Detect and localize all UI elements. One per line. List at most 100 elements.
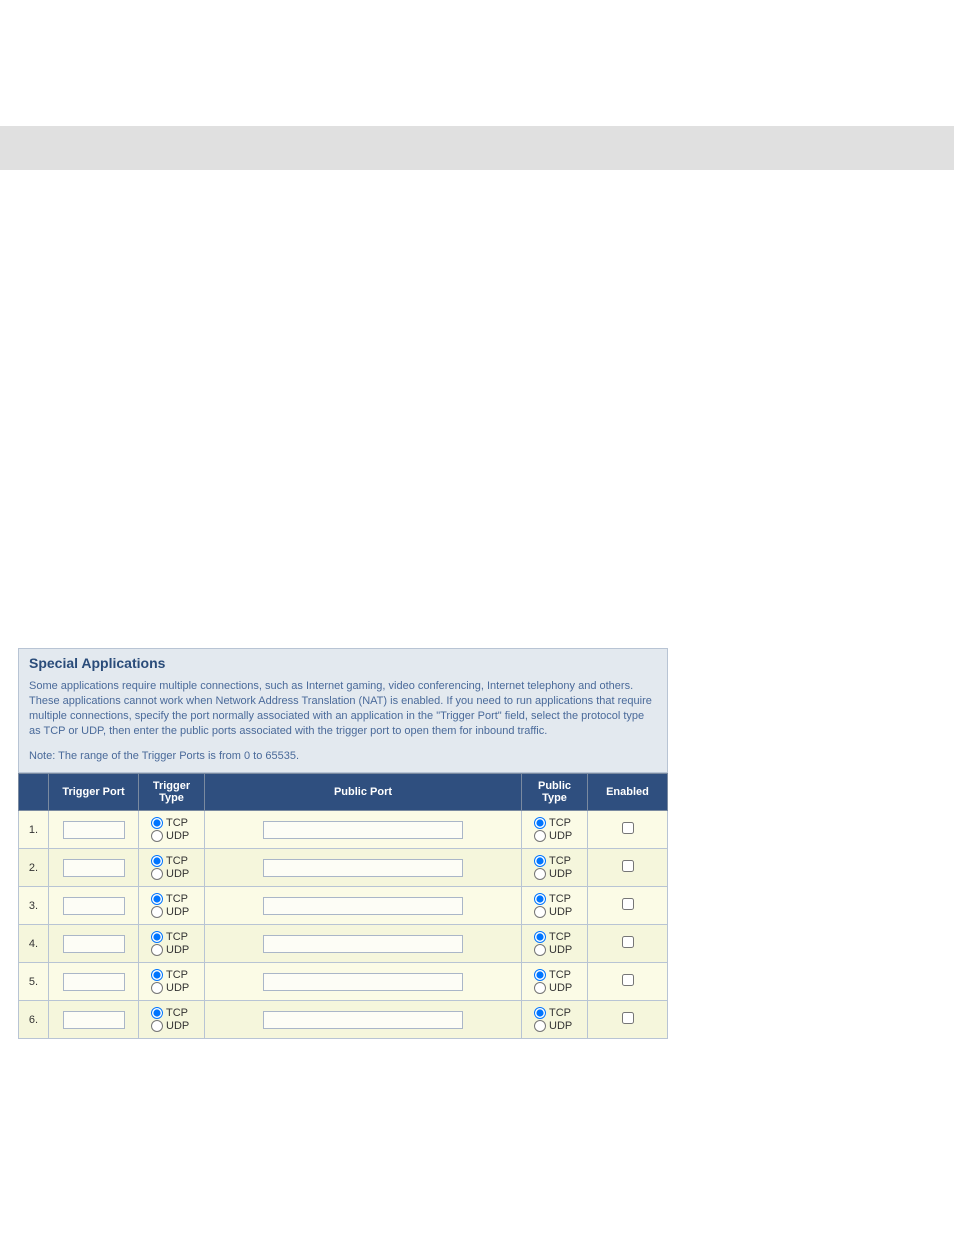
trigger-type-option[interactable]: TCP (151, 931, 188, 943)
trigger-port-input[interactable] (63, 973, 125, 991)
public-type-radio[interactable] (534, 893, 546, 905)
cell-trigger-port (49, 887, 139, 925)
trigger-type-label: TCP (166, 931, 188, 943)
enabled-checkbox[interactable] (622, 936, 634, 948)
trigger-type-radio[interactable] (151, 893, 163, 905)
public-port-input[interactable] (263, 821, 463, 839)
trigger-type-option[interactable]: TCP (151, 1007, 188, 1019)
row-number: 2. (19, 849, 49, 887)
trigger-type-option[interactable]: TCP (151, 969, 188, 981)
trigger-type-option[interactable]: UDP (151, 830, 189, 842)
public-type-label: TCP (549, 893, 571, 905)
row-number: 5. (19, 963, 49, 1001)
enabled-checkbox[interactable] (622, 822, 634, 834)
public-type-radio[interactable] (534, 931, 546, 943)
trigger-type-radio[interactable] (151, 944, 163, 956)
cell-trigger-type: TCPUDP (139, 849, 205, 887)
enabled-checkbox[interactable] (622, 974, 634, 986)
public-type-option[interactable]: TCP (534, 817, 571, 829)
trigger-port-input[interactable] (63, 935, 125, 953)
public-type-option[interactable]: TCP (534, 893, 571, 905)
trigger-port-input[interactable] (63, 859, 125, 877)
trigger-type-label: UDP (166, 982, 189, 994)
public-type-option[interactable]: UDP (534, 830, 572, 842)
trigger-type-option[interactable]: TCP (151, 817, 188, 829)
public-type-label: TCP (549, 1007, 571, 1019)
trigger-type-radio[interactable] (151, 855, 163, 867)
trigger-type-option[interactable]: UDP (151, 906, 189, 918)
enabled-checkbox[interactable] (622, 860, 634, 872)
trigger-type-option[interactable]: UDP (151, 982, 189, 994)
public-type-radio[interactable] (534, 855, 546, 867)
trigger-port-input[interactable] (63, 897, 125, 915)
trigger-type-radio[interactable] (151, 1007, 163, 1019)
trigger-type-label: TCP (166, 969, 188, 981)
row-number: 6. (19, 1001, 49, 1039)
public-type-option[interactable]: UDP (534, 944, 572, 956)
public-type-radio[interactable] (534, 830, 546, 842)
row-number: 1. (19, 811, 49, 849)
cell-trigger-port (49, 963, 139, 1001)
public-type-radio[interactable] (534, 969, 546, 981)
public-type-option[interactable]: UDP (534, 982, 572, 994)
public-type-label: TCP (549, 931, 571, 943)
public-type-radio[interactable] (534, 1007, 546, 1019)
trigger-type-option[interactable]: UDP (151, 868, 189, 880)
public-type-label: UDP (549, 1020, 572, 1032)
trigger-type-option[interactable]: TCP (151, 893, 188, 905)
public-type-radio[interactable] (534, 982, 546, 994)
trigger-type-radio[interactable] (151, 931, 163, 943)
public-type-option[interactable]: UDP (534, 906, 572, 918)
cell-trigger-type: TCPUDP (139, 963, 205, 1001)
header-trigger-port: Trigger Port (49, 774, 139, 811)
public-type-option[interactable]: TCP (534, 1007, 571, 1019)
cell-public-type: TCPUDP (522, 887, 588, 925)
trigger-port-input[interactable] (63, 821, 125, 839)
public-type-radio[interactable] (534, 944, 546, 956)
top-band (0, 126, 954, 170)
cell-trigger-type: TCPUDP (139, 925, 205, 963)
table-row: 4.TCPUDPTCPUDP (19, 925, 668, 963)
trigger-type-option[interactable]: UDP (151, 944, 189, 956)
public-type-label: UDP (549, 944, 572, 956)
trigger-type-label: UDP (166, 868, 189, 880)
public-type-radio[interactable] (534, 817, 546, 829)
public-port-input[interactable] (263, 973, 463, 991)
public-port-input[interactable] (263, 1011, 463, 1029)
header-public-type: Public Type (522, 774, 588, 811)
enabled-checkbox[interactable] (622, 1012, 634, 1024)
special-applications-table: Trigger Port Trigger Type Public Port Pu… (18, 773, 668, 1039)
trigger-type-radio[interactable] (151, 830, 163, 842)
trigger-type-radio[interactable] (151, 969, 163, 981)
cell-public-type: TCPUDP (522, 963, 588, 1001)
public-type-option[interactable]: UDP (534, 1020, 572, 1032)
public-port-input[interactable] (263, 935, 463, 953)
public-type-option[interactable]: UDP (534, 868, 572, 880)
table-row: 3.TCPUDPTCPUDP (19, 887, 668, 925)
trigger-type-option[interactable]: TCP (151, 855, 188, 867)
public-type-option[interactable]: TCP (534, 855, 571, 867)
public-type-radio[interactable] (534, 868, 546, 880)
trigger-type-radio[interactable] (151, 906, 163, 918)
cell-trigger-port (49, 849, 139, 887)
public-type-label: TCP (549, 817, 571, 829)
panel-description: Some applications require multiple conne… (19, 675, 667, 746)
trigger-type-option[interactable]: UDP (151, 1020, 189, 1032)
trigger-type-radio[interactable] (151, 817, 163, 829)
trigger-type-radio[interactable] (151, 982, 163, 994)
public-type-option[interactable]: TCP (534, 969, 571, 981)
trigger-type-radio[interactable] (151, 868, 163, 880)
trigger-port-input[interactable] (63, 1011, 125, 1029)
public-type-radio[interactable] (534, 906, 546, 918)
cell-public-type: TCPUDP (522, 849, 588, 887)
public-type-option[interactable]: TCP (534, 931, 571, 943)
cell-enabled (588, 811, 668, 849)
header-num (19, 774, 49, 811)
public-type-radio[interactable] (534, 1020, 546, 1032)
trigger-type-radio[interactable] (151, 1020, 163, 1032)
public-port-input[interactable] (263, 859, 463, 877)
enabled-checkbox[interactable] (622, 898, 634, 910)
public-port-input[interactable] (263, 897, 463, 915)
cell-enabled (588, 887, 668, 925)
public-type-label: UDP (549, 868, 572, 880)
